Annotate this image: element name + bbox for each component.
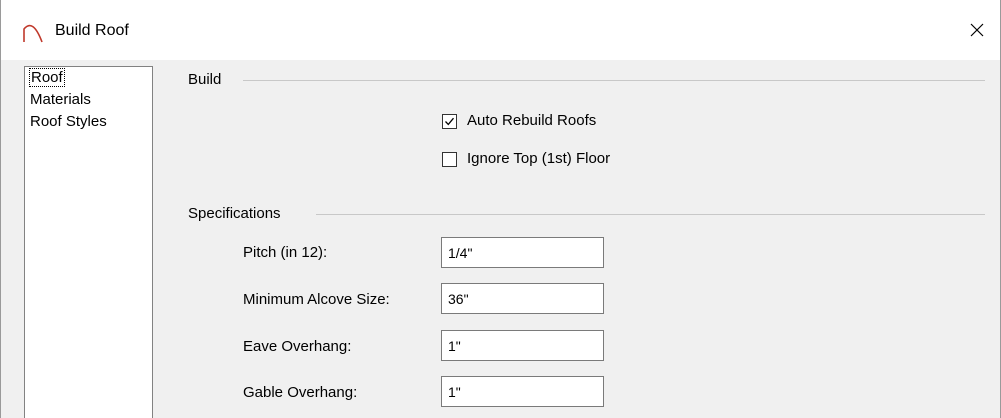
close-button[interactable] xyxy=(954,0,1000,60)
nav-item-label: Roof xyxy=(29,68,65,87)
ignore-top-floor-checkbox[interactable] xyxy=(442,151,457,167)
nav-item-materials[interactable]: Materials xyxy=(25,89,152,111)
ignore-top-floor-row[interactable]: Ignore Top (1st) Floor xyxy=(442,150,610,168)
gable-overhang-label: Gable Overhang: xyxy=(243,384,358,401)
eave-overhang-label: Eave Overhang: xyxy=(243,338,352,355)
minimum-alcove-size-label: Minimum Alcove Size: xyxy=(243,291,390,308)
specifications-section-title: Specifications xyxy=(188,205,281,222)
nav-item-label: Materials xyxy=(30,91,91,108)
nav-item-roof[interactable]: Roof xyxy=(25,67,152,89)
pitch-input[interactable] xyxy=(441,237,604,268)
build-divider xyxy=(243,80,985,81)
nav-item-label: Roof Styles xyxy=(30,113,107,130)
gable-overhang-input[interactable] xyxy=(441,376,604,407)
dialog-title: Build Roof xyxy=(55,22,129,39)
auto-rebuild-roofs-checkbox[interactable] xyxy=(442,113,457,129)
title-bar: Build Roof xyxy=(1,0,1000,60)
eave-overhang-input[interactable] xyxy=(441,330,604,361)
checkmark-icon xyxy=(445,117,454,125)
roof-arc-icon xyxy=(21,20,45,44)
auto-rebuild-roofs-row[interactable]: Auto Rebuild Roofs xyxy=(442,112,596,130)
nav-item-roof-styles[interactable]: Roof Styles xyxy=(25,111,152,133)
build-section-title: Build xyxy=(188,71,222,88)
pitch-label: Pitch (in 12): xyxy=(243,244,328,261)
build-roof-dialog: Build Roof Roof Materials Roof Styles Bu… xyxy=(0,0,1001,418)
specifications-divider xyxy=(316,214,985,215)
close-icon xyxy=(970,23,984,37)
minimum-alcove-size-input[interactable] xyxy=(441,283,604,314)
ignore-top-floor-label: Ignore Top (1st) Floor xyxy=(467,150,611,167)
category-list[interactable]: Roof Materials Roof Styles xyxy=(24,66,153,418)
auto-rebuild-roofs-label: Auto Rebuild Roofs xyxy=(467,112,597,129)
